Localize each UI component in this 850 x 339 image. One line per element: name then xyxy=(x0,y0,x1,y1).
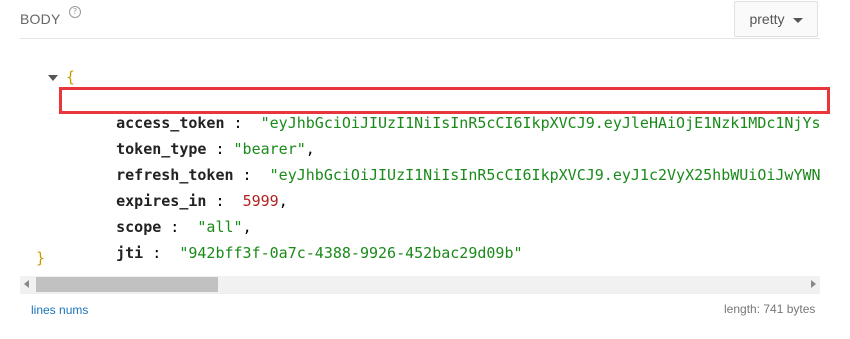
json-viewer: { access_token : "eyJhbGciOiJIUzI1NiIsIn… xyxy=(20,39,820,276)
json-field-jti: jti : "942bff3f-0a7c-4388-9926-452bac29d… xyxy=(80,220,522,262)
scroll-left-icon[interactable] xyxy=(24,280,29,288)
json-value: "942bff3f-0a7c-4388-9926-452bac29d09b" xyxy=(179,244,523,262)
horizontal-scrollbar[interactable] xyxy=(20,276,820,293)
chevron-down-icon xyxy=(792,17,803,23)
lines-nums-toggle[interactable]: lines nums xyxy=(31,303,88,317)
close-brace: } xyxy=(36,249,46,267)
json-value: "eyJhbGciOiJIUzI1NiIsInR5cCI6IkpXVCJ9.ey… xyxy=(260,114,820,132)
json-field-refresh-token: refresh_token : "eyJhbGciOiJIUzI1NiIsInR… xyxy=(80,142,820,184)
format-dropdown[interactable]: pretty xyxy=(734,1,818,37)
json-field-token-type: token_type : "bearer", xyxy=(80,116,315,158)
help-icon[interactable]: ? xyxy=(69,6,81,18)
format-dropdown-label: pretty xyxy=(749,11,785,27)
body-label: BODY xyxy=(20,11,61,27)
json-value: "eyJhbGciOiJIUzI1NiIsInR5cCI6IkpXVCJ9.ey… xyxy=(269,166,820,184)
scroll-right-icon[interactable] xyxy=(811,280,816,288)
scrollbar-thumb[interactable] xyxy=(36,277,218,292)
json-comma: , xyxy=(278,192,288,210)
json-field-scope: scope : "all", xyxy=(80,194,251,236)
response-body-header: BODY ? pretty xyxy=(0,0,850,38)
json-separator: : xyxy=(143,244,171,262)
json-key: jti xyxy=(116,244,144,262)
response-length: length: 741 bytes xyxy=(724,302,816,316)
collapse-toggle-icon[interactable] xyxy=(48,75,58,81)
json-field-expires-in: expires_in : 5999, xyxy=(80,168,288,210)
footer-divider xyxy=(20,293,820,294)
open-brace: { xyxy=(66,68,76,86)
json-field-access-token: access_token : "eyJhbGciOiJIUzI1NiIsInR5… xyxy=(80,90,820,132)
